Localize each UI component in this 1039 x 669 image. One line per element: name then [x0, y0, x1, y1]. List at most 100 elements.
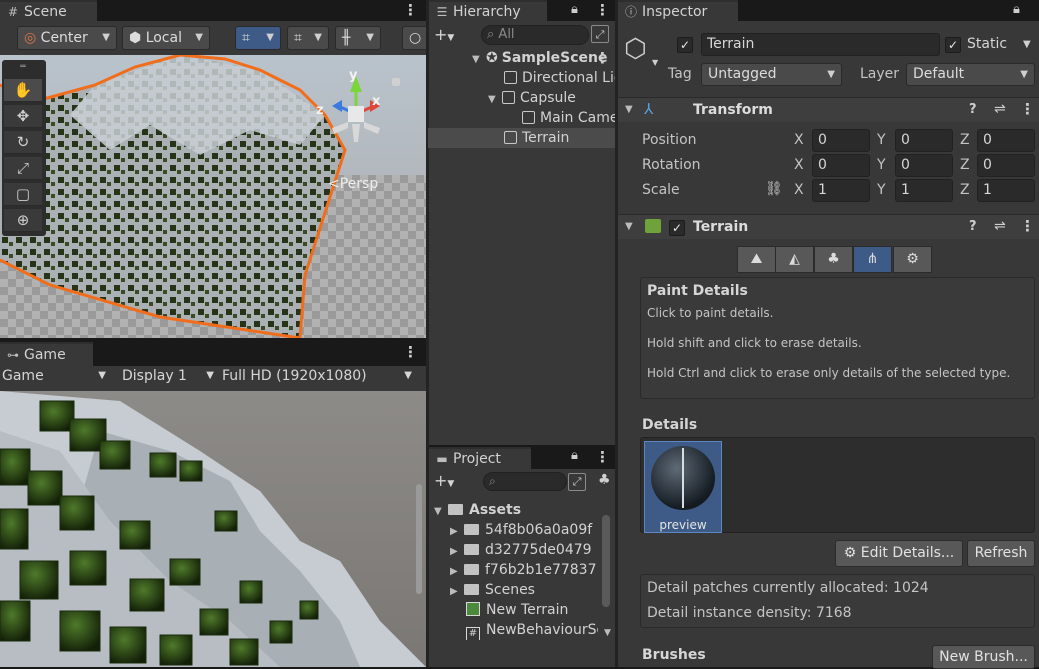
lock-icon[interactable]: 🔒︎ — [571, 448, 578, 463]
tab-project[interactable]: ▬ Project — [429, 447, 531, 469]
rotation-z-field[interactable]: 0 — [977, 154, 1035, 177]
tree-item-terrain[interactable]: Terrain — [428, 128, 615, 148]
rotation-y-field[interactable]: 0 — [895, 154, 953, 177]
tab-hierarchy[interactable]: ☰ Hierarchy — [429, 0, 547, 21]
create-neighbor-terrains-icon[interactable]: ⛰ — [737, 246, 776, 273]
edit-details-button[interactable]: ⚙ Edit Details... — [835, 540, 963, 567]
tree-item-folder-3[interactable]: ▶ f76b2b1e77837 — [428, 560, 598, 580]
new-brush-button[interactable]: New Brush... — [932, 645, 1035, 669]
paint-details-icon[interactable]: ⋔ — [853, 246, 892, 273]
filter-by-label-icon[interactable]: ♣ — [598, 472, 611, 488]
pivot-rotation-button[interactable]: ⬢ Local ▼ — [122, 26, 210, 50]
grid-snap-button[interactable]: ⌗ ▼ — [235, 26, 281, 50]
component-menu-icon[interactable]: ⋮ — [1020, 100, 1035, 118]
preset-icon[interactable]: ⇌ — [994, 218, 1006, 234]
position-y-field[interactable]: 0 — [895, 129, 953, 152]
static-checkbox[interactable]: ✓ — [945, 37, 961, 53]
scene-menu-icon[interactable]: ⋮ — [403, 0, 418, 21]
drag-handle-icon[interactable]: ═ — [4, 62, 42, 72]
display-select[interactable]: Display 1 ▼ — [122, 368, 216, 389]
game-view-select[interactable]: Game ▼ — [2, 368, 108, 389]
scale-x-field[interactable]: 1 — [812, 179, 870, 202]
pivot-mode-button[interactable]: ◎ Center ▼ — [17, 26, 117, 50]
transform-tool-icon[interactable]: ⊕ — [4, 209, 42, 232]
scale-y-field[interactable]: 1 — [895, 179, 953, 202]
grid-snap-icon: ⌗ — [242, 30, 250, 46]
paint-terrain-icon[interactable]: ◭ — [775, 246, 814, 273]
hierarchy-menu-icon[interactable]: ⋮ — [595, 0, 610, 21]
terrain-enabled-checkbox[interactable]: ✓ — [669, 220, 685, 236]
tab-scene[interactable]: # Scene — [0, 0, 97, 21]
ruler-icon: ╫ — [342, 30, 351, 46]
scale-z-field[interactable]: 1 — [977, 179, 1035, 202]
tab-inspector[interactable]: ⓘ Inspector — [618, 0, 738, 21]
scale-tool-icon[interactable]: ⤢ — [4, 157, 42, 180]
add-object-button[interactable]: +▼ — [434, 25, 454, 44]
rotate-tool-icon[interactable]: ↻ — [4, 131, 42, 154]
create-asset-button[interactable]: +▼ — [434, 471, 454, 490]
search-by-type-icon[interactable]: ⤢ — [568, 473, 586, 491]
scroll-down-icon[interactable]: ▼ — [604, 628, 611, 638]
scale-label: Scale — [642, 182, 680, 198]
help-icon[interactable]: ? — [969, 219, 977, 234]
draw-mode-button[interactable]: ○ — [402, 26, 426, 50]
hand-tool-icon[interactable]: ✋ — [4, 79, 42, 102]
object-name-field[interactable]: Terrain — [701, 33, 940, 56]
component-menu-icon[interactable]: ⋮ — [1020, 217, 1035, 235]
layer-select[interactable]: Default ▼ — [906, 63, 1035, 86]
tree-item-new-terrain[interactable]: New Terrain — [428, 600, 598, 620]
unity-scene-icon: ✪ — [486, 50, 498, 66]
active-checkbox[interactable]: ✓ — [677, 37, 693, 53]
preset-icon[interactable]: ⇌ — [994, 101, 1006, 117]
tree-item-main-camera[interactable]: Main Camera — [428, 108, 615, 128]
expand-arrow-icon[interactable]: ▼ — [625, 221, 633, 232]
tree-item-capsule[interactable]: ▼ Capsule — [428, 88, 615, 108]
orientation-gizmo[interactable]: y x z — [300, 62, 420, 162]
tree-item-samplescene[interactable]: ▼ ✪ SampleScene — [428, 48, 615, 68]
folder-icon: ▬ — [436, 452, 448, 466]
lock-icon[interactable]: 🔒︎ — [571, 2, 578, 17]
chevron-down-icon[interactable]: ▼ — [652, 58, 658, 67]
gizmo-x-label: x — [372, 94, 381, 109]
tree-item-folder-2[interactable]: ▶ d32775de0479 — [428, 540, 598, 560]
refresh-button[interactable]: Refresh — [967, 540, 1035, 567]
tree-item-newbehaviourscript[interactable]: #NewBehaviourScript — [428, 620, 598, 640]
position-z-field[interactable]: 0 — [977, 129, 1035, 152]
folder-icon — [464, 544, 479, 555]
tab-game[interactable]: ⊶ Game — [0, 342, 93, 366]
gameobject-icon[interactable]: ⬡ — [624, 34, 654, 64]
hierarchy-search-input[interactable]: ⌕ All — [481, 25, 589, 45]
position-x-field[interactable]: 0 — [812, 129, 870, 152]
collapse-arrow-icon: ▶ — [450, 546, 458, 557]
rect-tool-icon[interactable]: ▢ — [4, 183, 42, 206]
expand-arrow-icon[interactable]: ▼ — [625, 104, 633, 115]
tree-item-scenes[interactable]: ▶ Scenes — [428, 580, 598, 600]
project-scrollbar[interactable] — [602, 515, 610, 607]
terrain-settings-icon[interactable]: ⚙ — [893, 246, 932, 273]
game-viewport[interactable] — [0, 391, 426, 667]
resolution-select[interactable]: Full HD (1920x1080) ▼ — [222, 368, 414, 389]
rotation-x-field[interactable]: 0 — [812, 154, 870, 177]
tree-item-folder-1[interactable]: ▶ 54f8b06a0a09f — [428, 520, 598, 540]
game-menu-icon[interactable]: ⋮ — [403, 342, 418, 363]
constrain-proportions-icon[interactable]: ⛓ — [765, 181, 783, 197]
persp-label[interactable]: <Persp — [328, 176, 378, 192]
ruler-button[interactable]: ╫ ▼ — [335, 26, 381, 50]
detail-item[interactable]: preview — [644, 441, 722, 533]
tag-select[interactable]: Untagged ▼ — [701, 63, 842, 86]
lock-icon[interactable]: 🔒︎ — [1013, 2, 1020, 17]
tree-item-directional-light[interactable]: Directional Light — [428, 68, 615, 88]
project-menu-icon[interactable]: ⋮ — [595, 447, 610, 468]
tree-item-assets[interactable]: ▼ Assets — [428, 500, 598, 520]
game-scrollbar[interactable] — [416, 484, 422, 594]
snap-increment-button[interactable]: ⌗ ▼ — [287, 26, 329, 50]
chevron-down-icon[interactable]: ▼ — [1023, 39, 1031, 50]
move-tool-icon[interactable]: ✥ — [4, 105, 42, 128]
search-options-icon[interactable]: ⤢ — [591, 25, 609, 43]
help-icon[interactable]: ? — [969, 102, 977, 117]
sphere-icon: ○ — [409, 30, 422, 46]
scene-kebab-icon[interactable]: ⋮ — [595, 48, 610, 68]
paint-trees-icon[interactable]: ♣ — [814, 246, 853, 273]
project-search-input[interactable]: ⌕ — [483, 472, 567, 491]
gear-icon: ⚙ — [843, 545, 857, 561]
